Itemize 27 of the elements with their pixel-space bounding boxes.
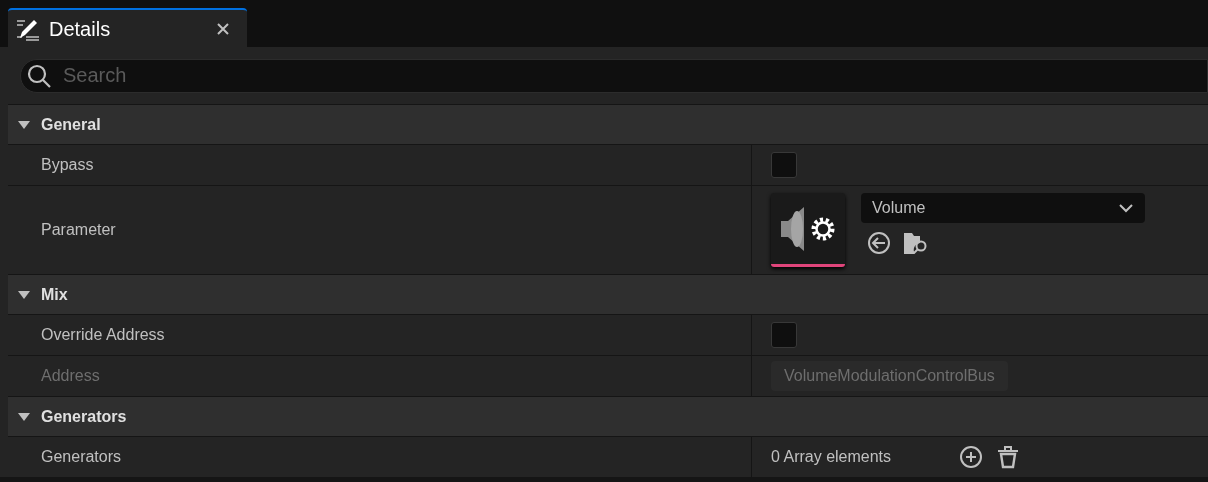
use-selected-icon[interactable] xyxy=(867,231,891,255)
section-header[interactable]: General xyxy=(8,104,1208,144)
array-count: 0 Array elements xyxy=(771,447,893,467)
asset-thumbnail[interactable] xyxy=(771,193,845,267)
property-label: Bypass xyxy=(41,155,94,175)
caret-icon xyxy=(17,289,31,300)
close-icon[interactable] xyxy=(217,22,229,35)
caret-icon xyxy=(17,119,31,130)
search-field[interactable]: Search xyxy=(20,58,1208,93)
tab-title: Details xyxy=(49,16,112,42)
asset-dropdown[interactable]: Volume xyxy=(861,193,1145,223)
section-header[interactable]: Mix xyxy=(8,274,1208,314)
property-label: Address xyxy=(41,366,100,386)
checkbox[interactable] xyxy=(771,152,797,178)
caret-icon xyxy=(17,411,31,422)
property-label: Generators xyxy=(41,447,122,467)
add-icon[interactable] xyxy=(959,445,983,469)
property-label: Parameter xyxy=(41,220,116,240)
section-header[interactable]: Generators xyxy=(8,396,1208,436)
details-tab[interactable]: Details xyxy=(8,8,247,47)
browse-folder-icon[interactable] xyxy=(903,231,929,255)
search-icon xyxy=(26,62,52,89)
address-field: VolumeModulationControlBus xyxy=(771,361,1008,391)
property-label: Override Address xyxy=(41,325,165,345)
delete-icon[interactable] xyxy=(997,445,1019,469)
chevron-down-icon xyxy=(1118,203,1134,213)
checkbox[interactable] xyxy=(771,322,797,348)
